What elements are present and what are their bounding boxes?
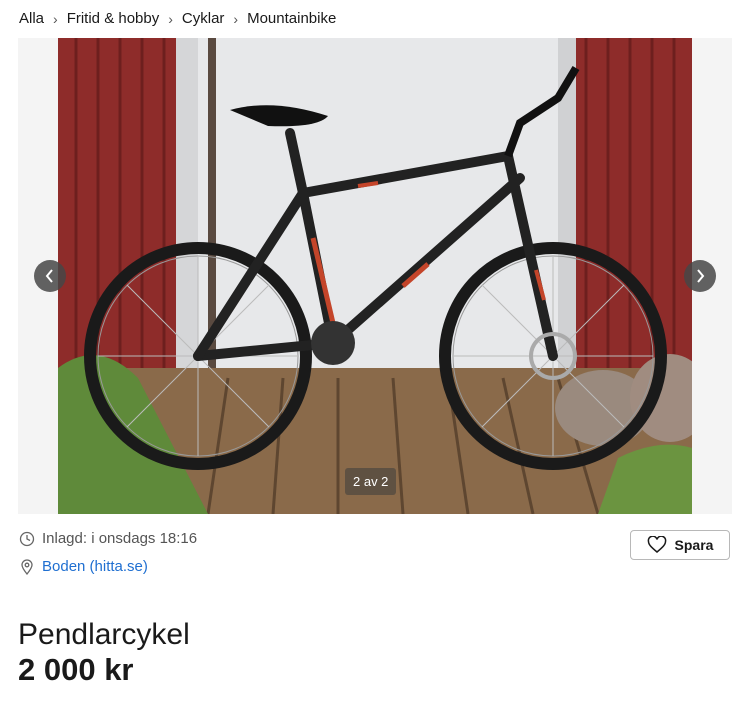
clock-icon (19, 531, 35, 546)
save-button[interactable]: Spara (630, 530, 730, 560)
listing-price: 2 000 kr (18, 652, 134, 687)
breadcrumb-item-alla[interactable]: Alla (19, 10, 44, 27)
image-gallery[interactable]: 2 av 2 (18, 38, 732, 514)
heart-icon (647, 536, 666, 553)
gallery-prev-button[interactable] (34, 260, 66, 292)
chevron-left-icon (45, 269, 53, 283)
breadcrumb-item-cyklar[interactable]: Cyklar (182, 10, 225, 27)
save-label: Spara (674, 537, 714, 553)
location-link[interactable]: Boden (hitta.se) (42, 558, 148, 575)
location-pin-icon (21, 558, 33, 575)
breadcrumb: Alla › Fritid & hobby › Cyklar › Mountai… (19, 10, 336, 27)
listing-photo[interactable] (58, 38, 692, 514)
chevron-right-icon (697, 269, 705, 283)
breadcrumb-separator-icon: › (233, 10, 239, 27)
bicycle-photo (58, 38, 692, 514)
breadcrumb-item-mountainbike[interactable]: Mountainbike (247, 10, 336, 27)
location-info: Boden (hitta.se) (19, 558, 148, 575)
image-counter: 2 av 2 (345, 468, 397, 495)
posted-date: Inlagd: i onsdags 18:16 (42, 530, 198, 547)
breadcrumb-separator-icon: › (168, 10, 173, 27)
posted-info: Inlagd: i onsdags 18:16 (19, 530, 197, 547)
breadcrumb-separator-icon: › (53, 10, 58, 27)
listing-title: Pendlarcykel (18, 618, 190, 652)
gallery-next-button[interactable] (684, 260, 716, 292)
breadcrumb-item-fritid-hobby[interactable]: Fritid & hobby (67, 10, 160, 27)
